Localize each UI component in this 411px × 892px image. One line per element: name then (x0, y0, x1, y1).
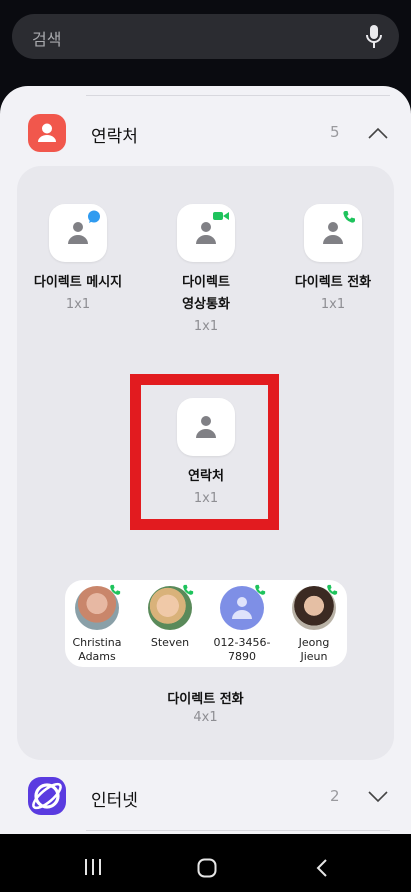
phone-icon (110, 584, 121, 595)
contact-name: Christina Adams (72, 636, 122, 663)
chevron-down-icon[interactable] (367, 790, 389, 804)
widget-name: 다이렉트 메시지 (33, 275, 123, 290)
direct-message-widget[interactable]: 다이렉트 메시지 1x1 (18, 204, 138, 316)
back-icon[interactable] (316, 858, 328, 878)
avatar (292, 584, 338, 630)
contact-shortcut[interactable]: Jeong Jieun (279, 584, 349, 664)
contacts-app-icon (28, 114, 66, 152)
person-icon (68, 222, 88, 244)
message-icon (88, 210, 100, 223)
divider (86, 830, 390, 831)
search-bar[interactable]: 검색 (12, 14, 399, 59)
avatar (148, 584, 194, 630)
widget-icon (177, 204, 235, 262)
search-input[interactable]: 검색 (32, 26, 61, 50)
direct-call-widget[interactable]: 다이렉트 전화 1x1 (273, 204, 393, 316)
highlight-frame (130, 374, 279, 530)
widget-count: 2 (330, 787, 340, 805)
microphone-icon[interactable] (365, 24, 383, 50)
avatar (75, 584, 121, 630)
person-icon (323, 222, 343, 244)
contact-name: Steven (150, 636, 190, 649)
chevron-up-icon[interactable] (367, 126, 389, 140)
divider (86, 95, 390, 96)
phone-icon (183, 584, 194, 595)
internet-app-icon (28, 777, 66, 815)
recents-icon[interactable] (84, 858, 102, 876)
navigation-bar (0, 834, 411, 892)
widget-name: 다이렉트 전화 (167, 692, 244, 707)
widget-icon (49, 204, 107, 262)
phone-icon (343, 211, 355, 223)
contact-name: 012-3456- 7890 (213, 636, 271, 663)
contact-name: Jeong Jieun (298, 636, 330, 663)
contact-shortcut[interactable]: Christina Adams (62, 584, 132, 664)
contact-shortcut[interactable]: Steven (135, 584, 205, 650)
person-icon (196, 222, 216, 244)
direct-video-call-widget[interactable]: 다이렉트 영상통화 1x1 (146, 204, 266, 338)
contacts-group-title[interactable]: 연락처 (91, 122, 138, 147)
widget-name: 다이렉트 영상통화 (182, 275, 230, 312)
home-icon[interactable] (197, 858, 217, 878)
widget-size: 4x1 (193, 710, 218, 725)
widget-count: 5 (330, 123, 340, 141)
contact-shortcut[interactable]: 012-3456- 7890 (207, 584, 277, 664)
direct-call-4x1-widget[interactable]: Christina Adams Steven 012-3456- 7890 Je… (65, 580, 347, 667)
widget-size: 1x1 (193, 319, 219, 334)
internet-group-title[interactable]: 인터넷 (91, 786, 138, 811)
phone-icon (327, 584, 338, 595)
widget-size: 1x1 (65, 297, 91, 312)
widget-name: 다이렉트 전화 (294, 275, 372, 290)
widget-icon (304, 204, 362, 262)
avatar (220, 584, 266, 630)
video-call-icon (213, 212, 229, 220)
widget-size: 1x1 (320, 297, 346, 312)
phone-icon (255, 584, 266, 595)
person-icon (232, 597, 252, 619)
